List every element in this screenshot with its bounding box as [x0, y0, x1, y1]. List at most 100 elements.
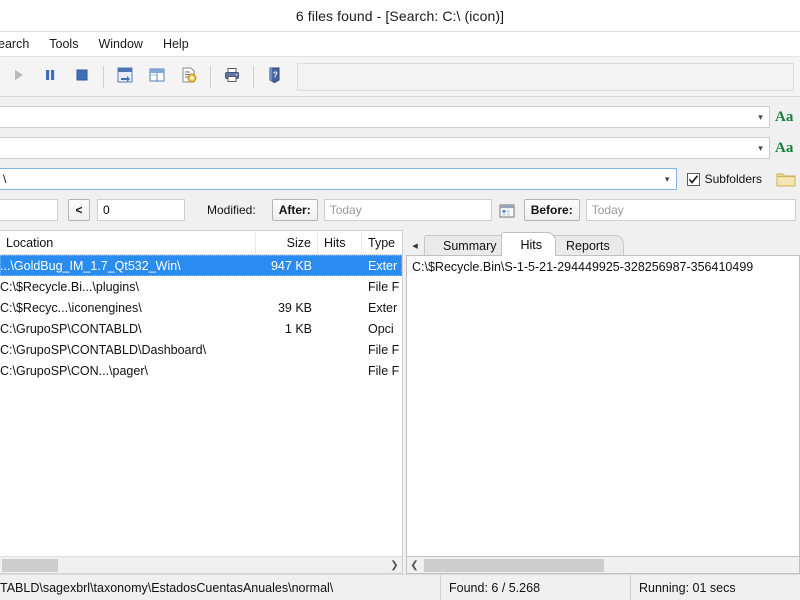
chevron-right-icon[interactable]: ❯	[387, 557, 402, 573]
table-row[interactable]: C:\GrupoSP\CONTABLD\ 1 KB Opci	[0, 318, 402, 339]
column-header-size[interactable]: Size	[256, 231, 318, 254]
size-and-date-row: < 0 Modified: After: Today Before: Today	[0, 198, 800, 222]
folder-icon	[776, 173, 796, 186]
cell-hits	[318, 297, 362, 318]
detail-pane: ◂ Summary Hits Reports C:\$Recycle.Bin\S…	[406, 230, 800, 574]
tab-summary[interactable]: Summary	[424, 235, 511, 256]
cell-size	[256, 276, 318, 297]
column-header-type[interactable]: Type	[362, 231, 402, 254]
table-row[interactable]: C:\$Recyc...\iconengines\ 39 KB Exter	[0, 297, 402, 318]
cell-location: ...\GoldBug_IM_1.7_Qt532_Win\	[0, 258, 181, 273]
table-row[interactable]: ...\GoldBug_IM_1.7_Qt532_Win\ 947 KB Exter	[0, 255, 402, 276]
tab-hits[interactable]: Hits	[501, 232, 557, 256]
tab-scroll-left-icon[interactable]: ◂	[406, 234, 424, 256]
column-header-location[interactable]: Location	[0, 231, 256, 254]
tab-reports[interactable]: Reports	[547, 235, 624, 256]
application-window: 6 files found - [Search: C:\ (icon)] ear…	[0, 0, 800, 600]
chevron-down-icon[interactable]: ▾	[659, 169, 676, 189]
cell-size: 947 KB	[270, 258, 312, 273]
cell-hits	[318, 276, 362, 297]
before-toggle-button[interactable]: Before:	[523, 199, 580, 221]
modified-label: Modified:	[207, 203, 256, 217]
print-icon	[223, 66, 241, 87]
status-bar: TABLD\sagexbrl\taxonomy\EstadosCuentasAn…	[0, 574, 800, 600]
cell-location: C:\GrupoSP\CON...\pager\	[0, 363, 148, 378]
start-search-button[interactable]	[3, 62, 33, 92]
search-options-button[interactable]	[174, 62, 204, 92]
check-icon	[688, 174, 698, 184]
column-header-hits[interactable]: Hits	[318, 231, 362, 254]
table-row[interactable]: C:\GrupoSP\CONTABLD\Dashboard\ File F	[0, 339, 402, 360]
containing-text-combo[interactable]: ▾	[0, 137, 770, 159]
menu-window[interactable]: Window	[88, 34, 152, 54]
toolbar-separator-3	[253, 65, 254, 88]
after-date-input[interactable]: Today	[323, 199, 492, 221]
chevron-down-icon[interactable]: ▾	[752, 107, 769, 127]
filename-row: ▾ Aa	[0, 105, 800, 129]
results-hscrollbar[interactable]: ❯	[0, 556, 402, 573]
cell-type: File F	[368, 363, 400, 378]
help-button[interactable]: ?	[260, 62, 290, 92]
cell-hits	[318, 255, 362, 276]
chevron-left-icon[interactable]: ❮	[407, 557, 422, 573]
cell-location: C:\GrupoSP\CONTABLD\	[0, 321, 142, 336]
size-input[interactable]	[0, 199, 58, 221]
detail-hscrollbar[interactable]: ❮	[406, 557, 800, 574]
layout-icon	[148, 66, 166, 87]
cell-location: C:\$Recyc...\iconengines\	[0, 300, 142, 315]
cell-hits	[318, 339, 362, 360]
containing-text-case-toggle[interactable]: Aa	[770, 140, 796, 157]
detail-tabstrip: ◂ Summary Hits Reports	[406, 230, 800, 256]
pause-icon	[42, 67, 58, 86]
stop-search-button[interactable]	[67, 62, 97, 92]
cell-size	[256, 339, 318, 360]
subfolders-checkbox[interactable]	[686, 172, 700, 186]
detail-hscroll-thumb[interactable]	[424, 558, 604, 572]
subfolders-checkbox-wrap[interactable]: Subfolders	[686, 172, 762, 186]
cell-size	[256, 360, 318, 381]
size-operator-button[interactable]: <	[68, 199, 90, 221]
pause-search-button[interactable]	[35, 62, 65, 92]
help-icon: ?	[266, 66, 284, 87]
new-search-button[interactable]	[110, 62, 140, 92]
toolbar-empty-area	[297, 62, 794, 91]
after-calendar-button[interactable]	[499, 203, 515, 218]
hits-panel[interactable]: C:\$Recycle.Bin\S-1-5-21-294449925-32825…	[406, 255, 800, 557]
table-row[interactable]: C:\$Recycle.Bi...\plugins\ File F	[0, 276, 402, 297]
look-in-combo[interactable]: \ ▾	[0, 168, 677, 190]
status-found-count: Found: 6 / 5.268	[440, 575, 630, 600]
cell-size: 1 KB	[284, 321, 312, 336]
results-header: Location Size Hits Type	[0, 231, 402, 255]
results-list[interactable]: ...\GoldBug_IM_1.7_Qt532_Win\ 947 KB Exter…	[0, 255, 402, 556]
before-date-input[interactable]: Today	[585, 199, 796, 221]
menu-help[interactable]: Help	[153, 34, 199, 54]
status-running-time: Running: 01 secs	[630, 575, 800, 600]
search-options-icon	[180, 66, 198, 87]
layout-button[interactable]	[142, 62, 172, 92]
after-date-placeholder: Today	[329, 203, 362, 217]
after-toggle-button[interactable]: After:	[271, 199, 318, 221]
browse-folder-button[interactable]	[776, 171, 796, 188]
cell-type: Exter	[368, 300, 398, 315]
look-in-input[interactable]: \	[0, 172, 659, 186]
look-in-row: \ ▾ Subfolders	[0, 167, 800, 191]
table-row[interactable]: C:\GrupoSP\CON...\pager\ File F	[0, 360, 402, 381]
filename-combo[interactable]: ▾	[0, 106, 770, 128]
cell-hits	[318, 318, 362, 339]
containing-text-row: ▾ Aa	[0, 136, 800, 160]
size-number-input[interactable]: 0	[97, 199, 185, 221]
toolbar-separator	[103, 65, 104, 88]
print-button[interactable]	[217, 62, 247, 92]
filename-case-toggle[interactable]: Aa	[770, 109, 796, 126]
cell-location: C:\$Recycle.Bi...\plugins\	[0, 279, 139, 294]
chevron-down-icon[interactable]: ▾	[752, 138, 769, 158]
window-title: 6 files found - [Search: C:\ (icon)]	[295, 7, 505, 24]
subfolders-label: Subfolders	[704, 172, 762, 186]
menu-search[interactable]: earch	[0, 34, 39, 54]
results-hscroll-thumb[interactable]	[2, 558, 58, 572]
title-bar: 6 files found - [Search: C:\ (icon)]	[0, 0, 800, 32]
search-criteria-panel: ▾ Aa ▾ Aa \ ▾ Subfolders < 0 Modified: A…	[0, 97, 800, 230]
menu-tools[interactable]: Tools	[39, 34, 88, 54]
cell-location: C:\GrupoSP\CONTABLD\Dashboard\	[0, 342, 207, 357]
cell-type: Opci	[368, 321, 394, 336]
